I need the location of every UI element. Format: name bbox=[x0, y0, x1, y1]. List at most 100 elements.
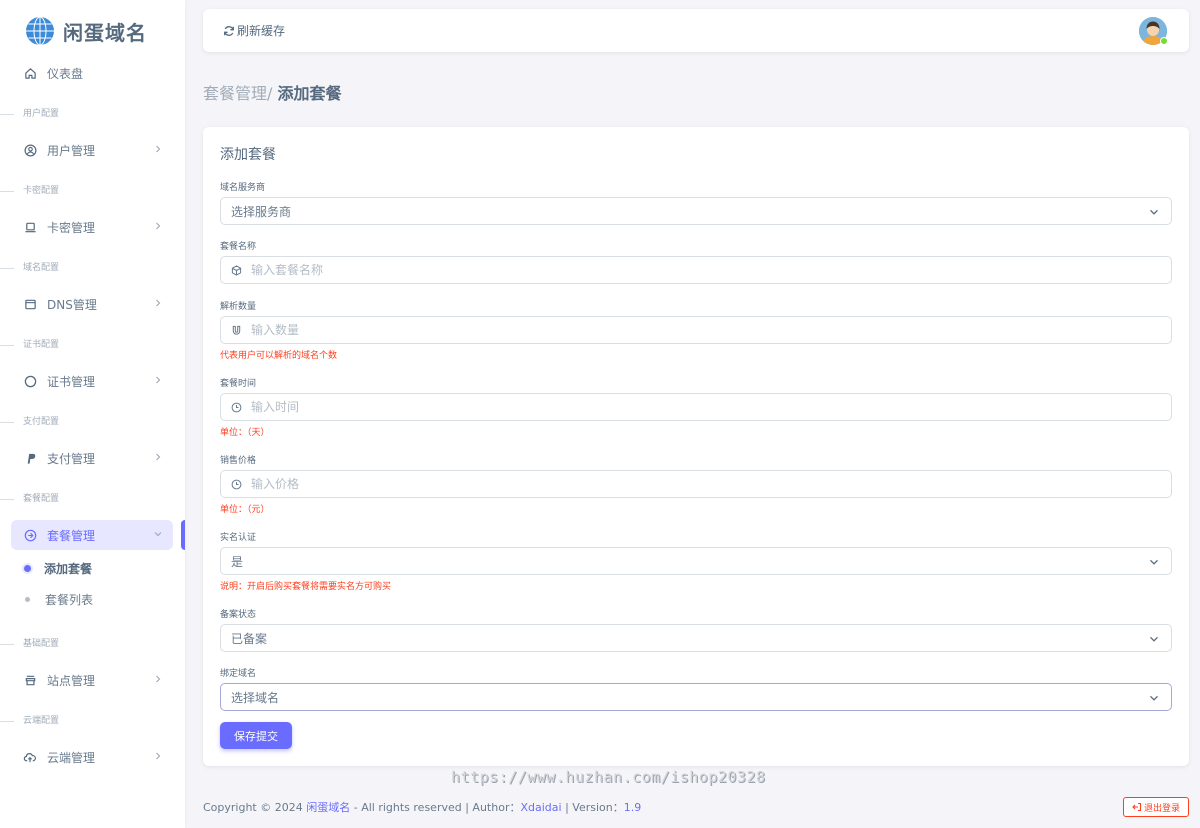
menu-header: 支付配置 bbox=[0, 415, 185, 429]
duration-unit-hint: 单位：（天） bbox=[220, 428, 270, 438]
breadcrumb-parent[interactable]: 套餐管理/ bbox=[203, 84, 272, 103]
brand-name: 闲蛋域名 bbox=[63, 20, 147, 45]
realname-select[interactable]: 是 bbox=[220, 547, 1172, 575]
duration-field bbox=[220, 393, 1172, 421]
magnet-icon bbox=[221, 325, 251, 336]
footer-copyright: Copyright © 2024 bbox=[203, 801, 307, 814]
active-indicator bbox=[181, 520, 185, 550]
menu-header: 套餐配置 bbox=[0, 492, 185, 506]
clock-icon bbox=[221, 479, 251, 490]
sidebar-item-sites[interactable]: 站点管理 bbox=[11, 665, 173, 695]
chevron-right-icon bbox=[156, 299, 161, 307]
paypal-icon bbox=[23, 451, 37, 465]
sidebar-item-dashboard[interactable]: 仪表盘 bbox=[11, 58, 173, 88]
laptop-icon bbox=[23, 220, 37, 234]
resolve-count-label: 解析数量 bbox=[220, 302, 257, 312]
chevron-right-icon bbox=[156, 752, 161, 760]
realname-value: 是 bbox=[231, 554, 244, 569]
duration-label: 套餐时间 bbox=[220, 379, 257, 389]
provider-label: 域名服务商 bbox=[220, 183, 266, 193]
menu-header: 用户配置 bbox=[0, 107, 185, 121]
sidebar-item-cloud[interactable]: 云端管理 bbox=[11, 742, 173, 772]
sidebar-item-dns[interactable]: DNS管理 bbox=[11, 289, 173, 319]
chevron-right-icon bbox=[156, 453, 161, 461]
provider-value: 选择服务商 bbox=[231, 204, 292, 219]
sidebar-subitem-package-list[interactable]: 套餐列表 bbox=[25, 589, 93, 609]
sidebar-item-label: 仪表盘 bbox=[47, 66, 84, 81]
chevron-down-icon bbox=[1150, 559, 1158, 565]
chevron-right-icon bbox=[156, 675, 161, 683]
circle-icon bbox=[23, 374, 37, 388]
sidebar-item-payment[interactable]: 支付管理 bbox=[11, 443, 173, 473]
footer-version: 1.9 bbox=[623, 801, 642, 814]
chevron-down-icon bbox=[1150, 209, 1158, 215]
sidebar-item-label: 套餐管理 bbox=[47, 528, 96, 543]
logout-button[interactable]: 退出登录 bbox=[1123, 797, 1189, 817]
footer-rights: - All rights reserved | Author： bbox=[350, 801, 521, 814]
package-name-input[interactable] bbox=[251, 257, 1171, 283]
sidebar-item-label: 支付管理 bbox=[47, 451, 96, 466]
realname-hint: 说明：开启后购买套餐将需要实名方可购买 bbox=[220, 582, 392, 592]
resolve-count-field bbox=[220, 316, 1172, 344]
package-name-field bbox=[220, 256, 1172, 284]
realname-label: 实名认证 bbox=[220, 533, 257, 543]
menu-header: 域名配置 bbox=[0, 261, 185, 275]
store-icon bbox=[23, 673, 37, 687]
price-input[interactable] bbox=[251, 471, 1171, 497]
menu-header: 证书配置 bbox=[0, 338, 185, 352]
brand[interactable]: 闲蛋域名 bbox=[0, 0, 185, 62]
refresh-icon bbox=[224, 25, 234, 36]
menu-header: 云端配置 bbox=[0, 714, 185, 728]
chevron-right-icon bbox=[156, 222, 161, 230]
package-name-label: 套餐名称 bbox=[220, 242, 257, 252]
bind-domain-value: 选择域名 bbox=[231, 690, 280, 705]
footer-site-link[interactable]: 闲蛋域名 bbox=[306, 801, 350, 814]
filing-status-label: 备案状态 bbox=[220, 610, 257, 620]
bind-domain-select[interactable]: 选择域名 bbox=[220, 683, 1172, 711]
bullet-icon bbox=[24, 564, 31, 572]
clock-icon bbox=[221, 402, 251, 413]
sidebar-subitem-label: 添加套餐 bbox=[44, 561, 93, 576]
sidebar-item-users[interactable]: 用户管理 bbox=[11, 135, 173, 165]
refresh-cache-label: 刷新缓存 bbox=[237, 24, 286, 38]
sidebar-item-label: DNS管理 bbox=[47, 297, 97, 312]
top-navbar: 刷新缓存 bbox=[203, 9, 1189, 52]
save-submit-button[interactable]: 保存提交 bbox=[220, 722, 292, 749]
cube-icon bbox=[221, 264, 251, 276]
logout-label: 退出登录 bbox=[1143, 803, 1180, 814]
chevron-right-icon bbox=[156, 145, 161, 153]
menu-header: 卡密配置 bbox=[0, 184, 185, 198]
package-icon bbox=[23, 528, 37, 542]
resolve-count-input[interactable] bbox=[251, 317, 1171, 343]
bind-domain-label: 绑定域名 bbox=[220, 669, 257, 679]
sidebar-item-label: 站点管理 bbox=[47, 673, 96, 688]
logout-icon bbox=[1132, 802, 1142, 812]
sidebar: 闲蛋域名 仪表盘 用户配置 用户管理 卡密配置 卡密管理 域名配置 DNS管理 … bbox=[0, 0, 185, 828]
filing-status-select[interactable]: 已备案 bbox=[220, 624, 1172, 652]
home-icon bbox=[23, 66, 37, 80]
sidebar-item-label: 卡密管理 bbox=[47, 220, 96, 235]
menu-header: 基础配置 bbox=[0, 637, 185, 651]
footer: Copyright © 2024 闲蛋域名 - All rights reser… bbox=[203, 799, 641, 815]
price-field bbox=[220, 470, 1172, 498]
user-avatar[interactable] bbox=[1139, 17, 1168, 45]
refresh-cache-button[interactable]: 刷新缓存 bbox=[223, 22, 285, 39]
window-icon bbox=[23, 297, 37, 311]
duration-input[interactable] bbox=[251, 394, 1171, 420]
sidebar-item-cards[interactable]: 卡密管理 bbox=[11, 212, 173, 242]
chevron-down-icon bbox=[1150, 695, 1158, 701]
filing-status-value: 已备案 bbox=[231, 631, 268, 646]
chevron-right-icon bbox=[156, 376, 161, 384]
sidebar-item-packages[interactable]: 套餐管理 bbox=[11, 520, 173, 550]
sidebar-item-label: 证书管理 bbox=[47, 374, 96, 389]
cloud-upload-icon bbox=[23, 750, 37, 764]
sidebar-subitem-label: 套餐列表 bbox=[45, 592, 94, 607]
price-label: 销售价格 bbox=[220, 456, 257, 466]
add-package-card: 添加套餐 域名服务商 选择服务商 套餐名称 解析数量 代表用户可以解析的域名个数… bbox=[203, 127, 1189, 766]
sidebar-item-certs[interactable]: 证书管理 bbox=[11, 366, 173, 396]
provider-select[interactable]: 选择服务商 bbox=[220, 197, 1172, 225]
resolve-count-hint: 代表用户可以解析的域名个数 bbox=[220, 351, 338, 361]
watermark: https://www.huzhan.com/ishop20328 bbox=[451, 768, 766, 786]
footer-author-link[interactable]: Xdaidai bbox=[520, 801, 561, 814]
sidebar-subitem-add-package[interactable]: 添加套餐 bbox=[24, 558, 93, 578]
